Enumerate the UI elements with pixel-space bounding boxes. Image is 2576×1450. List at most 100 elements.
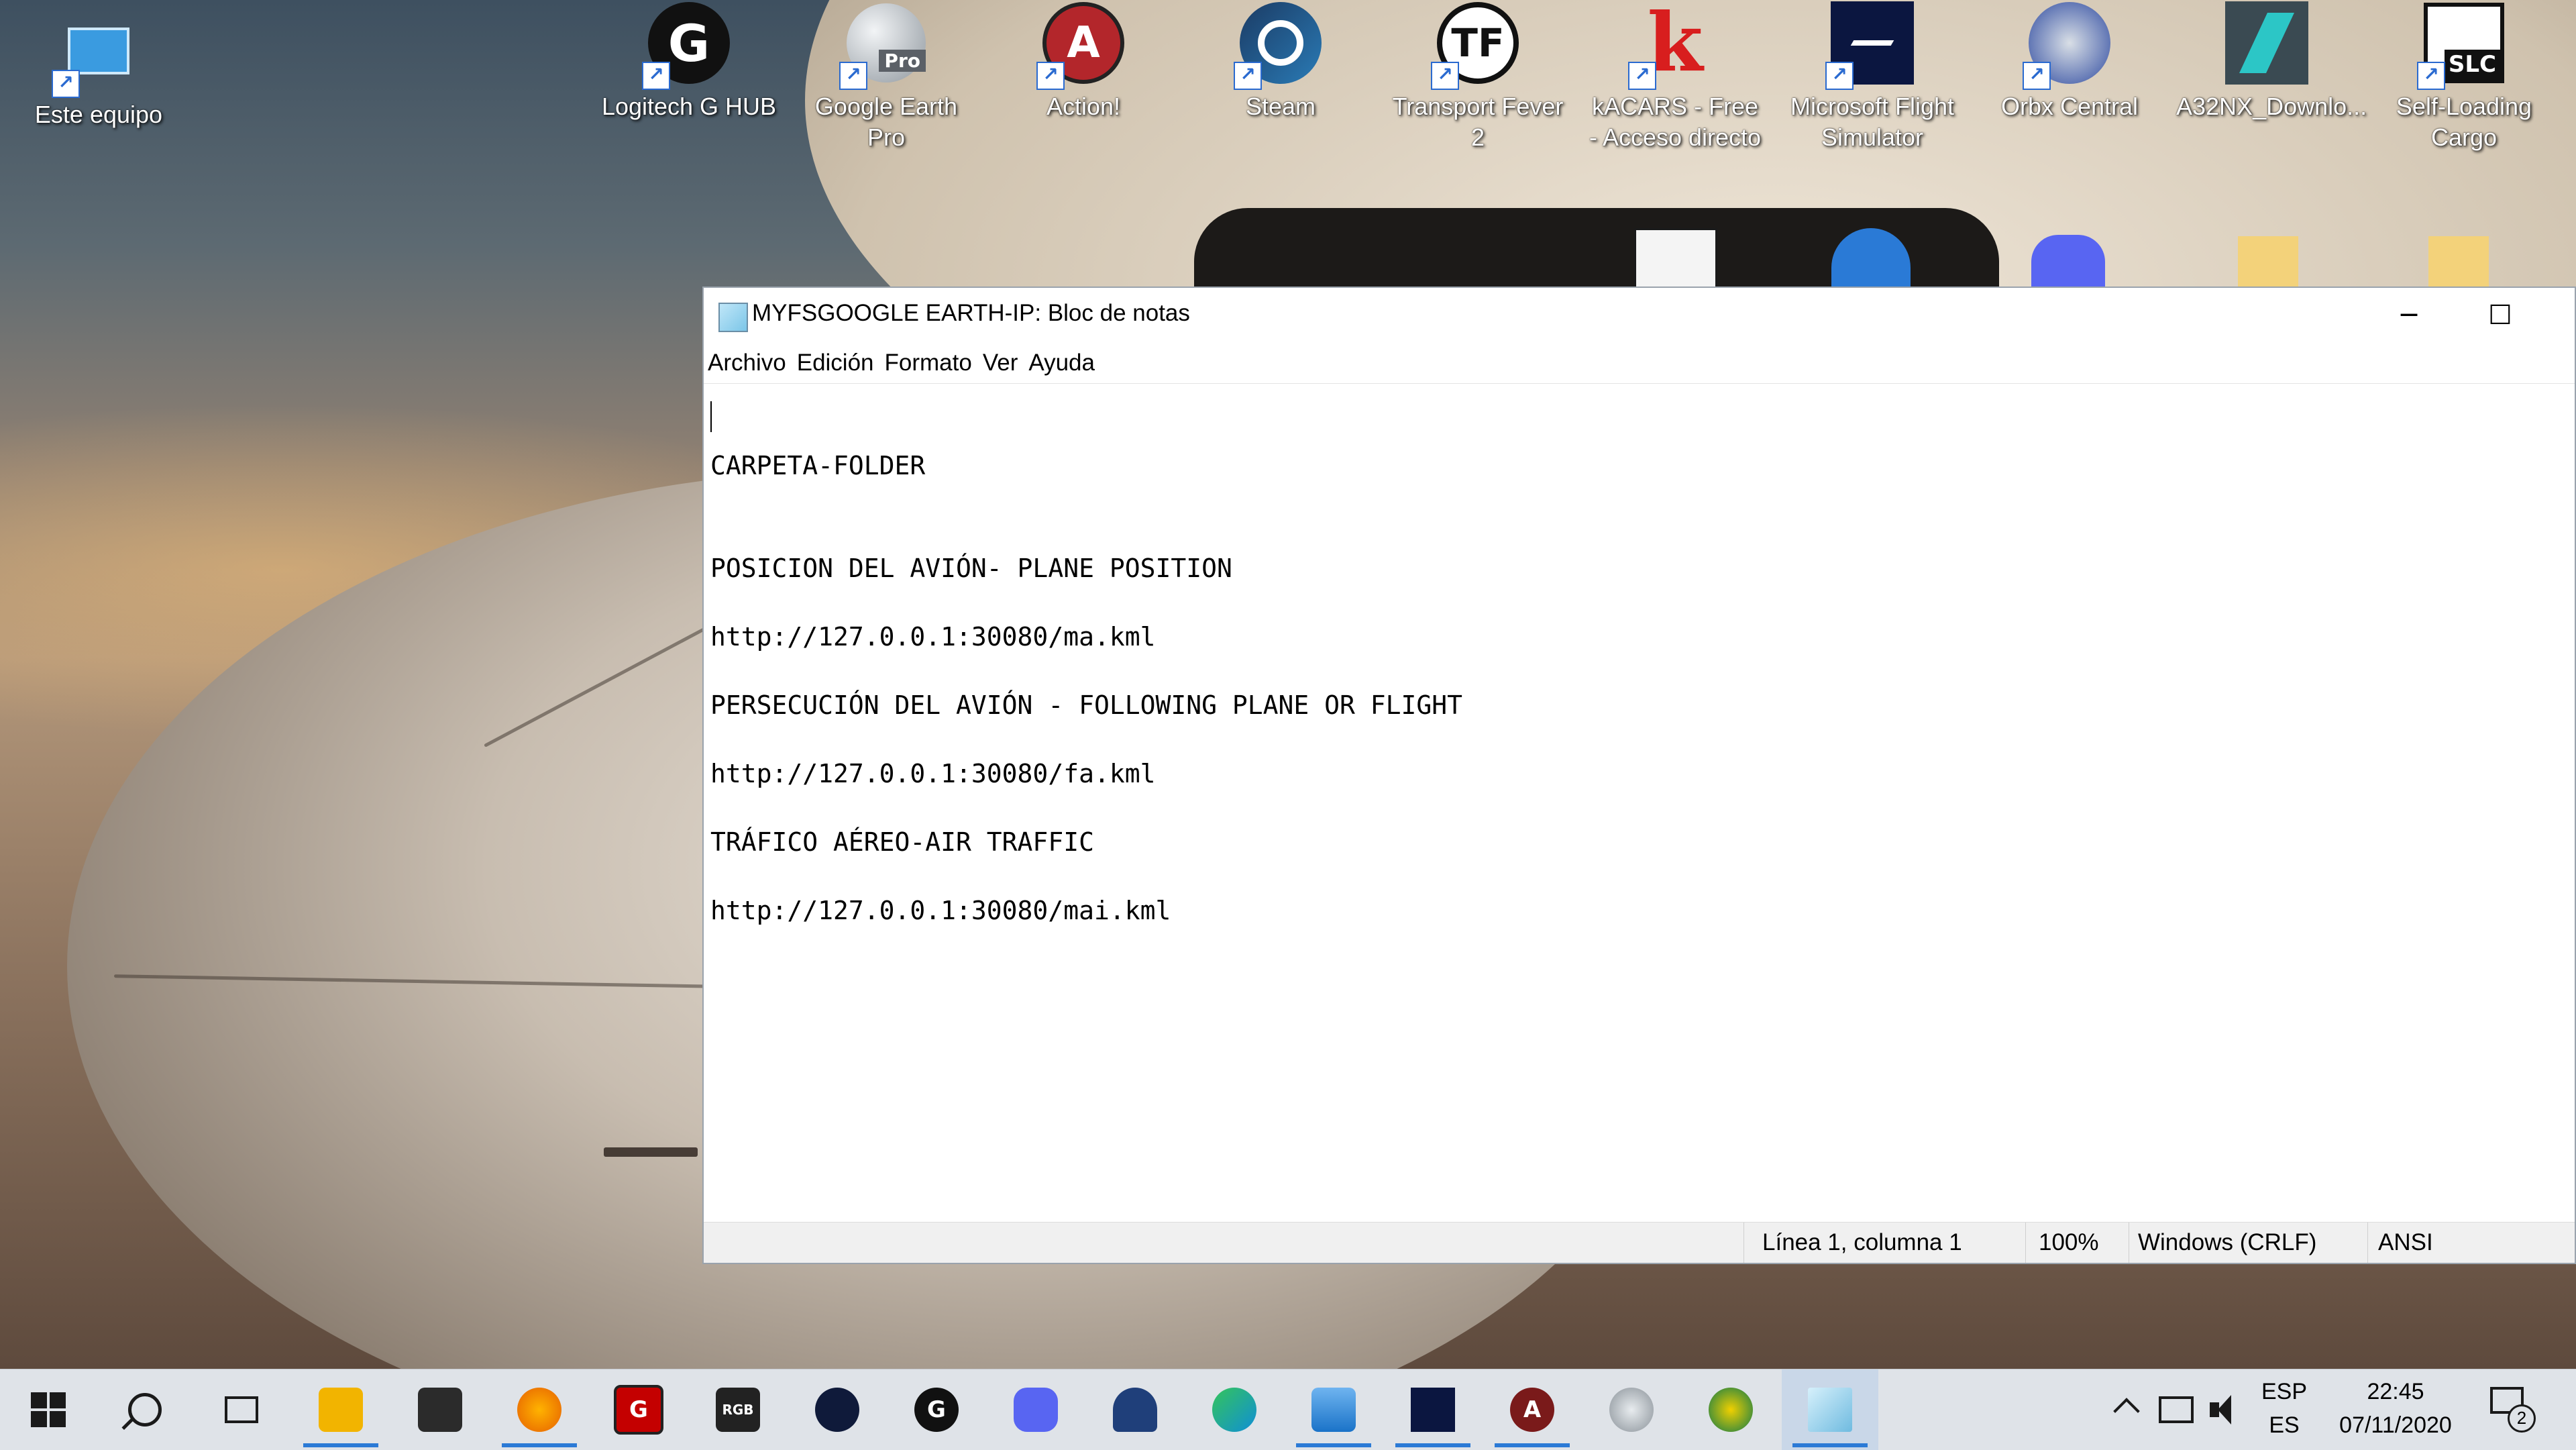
taskbar: G RGB G A ESP ES 22:45 07/11/2020 2 <box>0 1369 2576 1450</box>
menu-archivo[interactable]: Archivo <box>708 350 786 376</box>
desktop-icon-label: Steam <box>1245 93 1316 120</box>
notepad-titlebar[interactable]: MYFSGOOGLE EARTH-IP: Bloc de notas ─ ☐ ✕ <box>704 288 2575 343</box>
taskbar-gaming-app[interactable]: G <box>590 1369 687 1450</box>
menu-ayuda[interactable]: Ayuda <box>1028 350 1095 376</box>
taskbar-notepad[interactable] <box>1782 1369 1878 1450</box>
taskbar-keypad-app[interactable] <box>789 1369 885 1450</box>
desktop-icon-label: A32NX_Downlo... <box>2176 93 2367 120</box>
desktop-icon-microsoft-flight-simulator[interactable]: ↗ Microsoft Flight Simulator <box>1782 0 1963 153</box>
menu-ver[interactable]: Ver <box>983 350 1018 376</box>
taskbar-action[interactable]: A <box>1484 1369 1580 1450</box>
orbx-icon: ↗ <box>2023 0 2112 90</box>
text-line: http://127.0.0.1:30080/mai.kml <box>710 896 1171 925</box>
desktop-icon-label: Logitech G HUB <box>601 93 777 120</box>
menu-formato[interactable]: Formato <box>885 350 972 376</box>
desktop-icon-orbx-central[interactable]: ↗ Orbx Central <box>1979 0 2160 122</box>
taskbar-store[interactable] <box>392 1369 488 1450</box>
computer-icon: ↗ <box>52 8 142 98</box>
edge-icon <box>1212 1388 1256 1432</box>
discord-icon[interactable] <box>2031 235 2105 289</box>
discord-icon <box>1014 1388 1058 1432</box>
transport-fever-icon: TF ↗ <box>1431 0 1521 90</box>
desktop-icon-a32nx-downloader[interactable]: A32NX_Downlo... <box>2176 0 2367 122</box>
desktop-icon-self-loading-cargo[interactable]: SLC ↗ Self-Loading Cargo <box>2373 0 2555 153</box>
kacars-icon: k ↗ <box>1628 0 1718 90</box>
taskbar-firefox[interactable] <box>491 1369 588 1450</box>
status-encoding: ANSI <box>2378 1229 2433 1255</box>
taskbar-discord[interactable] <box>987 1369 1084 1450</box>
firefox-icon <box>517 1388 561 1432</box>
clock-date[interactable]: 07/11/2020 <box>2332 1412 2459 1439</box>
folder-icon[interactable] <box>2428 236 2489 289</box>
desktop-icon-transport-fever-2[interactable]: TF ↗ Transport Fever 2 <box>1387 0 1568 153</box>
desktop-icon-google-earth-pro[interactable]: Pro ↗ Google Earth Pro <box>796 0 977 153</box>
desktop-icon-partial-app[interactable] <box>1634 228 1717 293</box>
notification-count-badge: 2 <box>2508 1404 2536 1433</box>
a32nx-icon <box>2224 0 2310 86</box>
clock-time[interactable]: 22:45 <box>2332 1379 2459 1405</box>
desktop-icon-este-equipo[interactable]: ↗ Este equipo <box>8 8 189 130</box>
plane-tracker-icon <box>1709 1388 1753 1432</box>
notepad-window[interactable]: MYFSGOOGLE EARTH-IP: Bloc de notas ─ ☐ ✕… <box>702 287 2576 1264</box>
network-icon[interactable] <box>2159 1396 2194 1423</box>
photos-icon <box>1311 1388 1356 1432</box>
chevron-up-icon <box>2113 1398 2140 1425</box>
minimize-button[interactable]: ─ <box>2363 288 2455 343</box>
keypad-app-icon <box>815 1388 859 1432</box>
status-zoom: 100% <box>2039 1229 2099 1255</box>
desktop-icon-label: Google Earth Pro <box>814 93 958 151</box>
desktop-icon-logitech-g-hub[interactable]: G ↗ Logitech G HUB <box>598 0 780 122</box>
text-line: CARPETA-FOLDER <box>710 451 926 480</box>
action-recorder-icon: A ↗ <box>1036 0 1126 90</box>
text-line: POSICION DEL AVIÓN- PLANE POSITION <box>710 554 1232 583</box>
text-line: TRÁFICO AÉREO-AIR TRAFFIC <box>710 827 1094 857</box>
taskbar-cloud-app[interactable] <box>1087 1369 1183 1450</box>
task-view-button[interactable] <box>193 1369 290 1450</box>
rgb-fusion-icon: RGB <box>716 1388 760 1432</box>
desktop-icon-kacars[interactable]: k ↗ kACARS - Free - Acceso directo <box>1585 0 1766 153</box>
logitech-g-icon: G <box>914 1388 959 1432</box>
flight-simulator-icon <box>1411 1388 1455 1432</box>
desktop-icon-label: kACARS - Free - Acceso directo <box>1589 93 1762 151</box>
search-icon <box>121 1393 162 1431</box>
notepad-icon <box>1808 1388 1852 1432</box>
taskbar-rgb-fusion[interactable]: RGB <box>690 1369 786 1450</box>
desktop-icon-label: Action! <box>1046 93 1121 120</box>
taskbar-edge[interactable] <box>1186 1369 1283 1450</box>
desktop-icon-label: Este equipo <box>34 101 163 128</box>
desktop-icon-steam[interactable]: ↗ Steam <box>1190 0 1371 122</box>
wallpaper-panel-line <box>604 1147 698 1157</box>
action-recorder-icon: A <box>1510 1388 1554 1432</box>
notepad-icon <box>718 303 748 332</box>
menu-edicion[interactable]: Edición <box>797 350 874 376</box>
slc-icon: SLC ↗ <box>2417 0 2507 90</box>
steam-icon: ↗ <box>1234 0 1324 90</box>
language-indicator-bottom[interactable]: ES <box>2261 1412 2308 1439</box>
volume-icon[interactable] <box>2210 1395 2242 1425</box>
status-cursor-position: Línea 1, columna 1 <box>1762 1229 1962 1255</box>
close-button[interactable]: ✕ <box>2546 288 2576 343</box>
cloud-app-icon <box>1113 1388 1157 1432</box>
search-button[interactable] <box>97 1369 193 1450</box>
flight-simulator-icon: ↗ <box>1825 0 1915 90</box>
taskbar-logitech-g-hub[interactable]: G <box>888 1369 985 1450</box>
taskbar-google-earth-pro[interactable] <box>1583 1369 1680 1450</box>
taskbar-flight-simulator[interactable] <box>1385 1369 1481 1450</box>
start-button[interactable] <box>0 1369 97 1450</box>
language-indicator-top[interactable]: ESP <box>2261 1379 2308 1405</box>
status-line-ending: Windows (CRLF) <box>2138 1229 2317 1255</box>
show-hidden-icons-button[interactable] <box>2112 1392 2140 1425</box>
maximize-button[interactable]: ☐ <box>2455 288 2546 343</box>
notifications-button[interactable]: 2 <box>2490 1387 2536 1433</box>
desktop-icon-action[interactable]: A ↗ Action! <box>993 0 1174 122</box>
google-earth-icon: Pro ↗ <box>839 0 929 90</box>
taskbar-plane-tracker[interactable] <box>1682 1369 1779 1450</box>
taskbar-photos[interactable] <box>1285 1369 1382 1450</box>
desktop-icon-label: Orbx Central <box>2000 93 2139 120</box>
desktop-icon-label: Microsoft Flight Simulator <box>1790 93 1955 151</box>
desktop-icon-label: Self-Loading Cargo <box>2396 93 2532 151</box>
folder-icon[interactable] <box>2238 236 2298 289</box>
task-view-icon <box>225 1396 258 1423</box>
taskbar-file-explorer[interactable] <box>292 1369 389 1450</box>
text-editor[interactable]: CARPETA-FOLDER POSICION DEL AVIÓN- PLANE… <box>704 383 2575 1223</box>
